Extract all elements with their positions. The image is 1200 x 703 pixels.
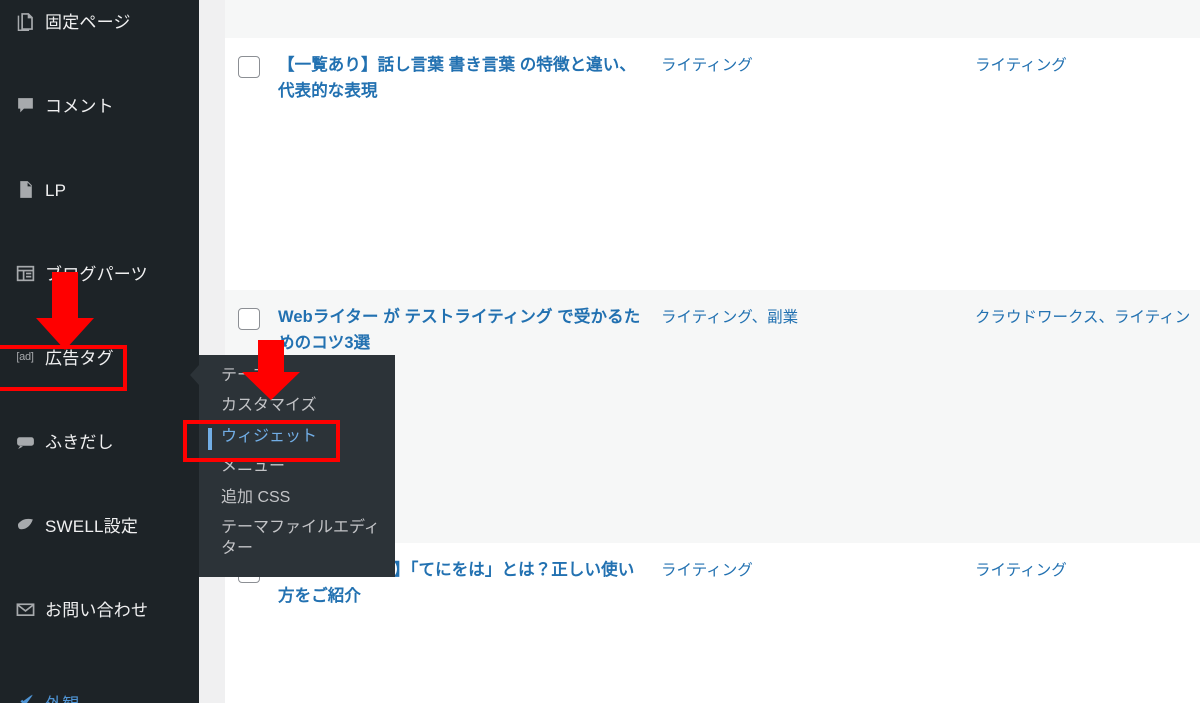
table-row [225, 0, 1200, 38]
sidebar-item-appearance[interactable]: 外観 [0, 682, 199, 703]
post-title-link[interactable]: Webライター が テストライティング で受かるためのコツ3選 [278, 305, 641, 356]
pages-icon [10, 10, 40, 32]
sidebar-item-pages[interactable]: 固定ページ [0, 0, 199, 42]
submenu-item-label: カスタマイズ [221, 397, 317, 415]
submenu-item-label: メニュー [221, 458, 286, 476]
content-left-gutter [199, 0, 225, 703]
page-icon [10, 178, 40, 200]
submenu-item-label: 追加 CSS [221, 488, 291, 506]
post-categories[interactable]: ライティング [661, 559, 961, 582]
posts-table: 【一覧あり】話し言葉 書き言葉 の特徴と違い、代表的な表現 ライティング ライテ… [225, 0, 1200, 703]
sidebar-item-speech-balloon[interactable]: ふきだし [0, 420, 199, 462]
sidebar-item-lp[interactable]: LP [0, 168, 199, 210]
appearance-submenu-flyout: テーマ カスタマイズ ウィジェット メニュー 追加 CSS テーマファイルエディ… [190, 355, 395, 577]
wordpress-admin-screen: 固定ページ コメント LP ブログパーツ [ad] 広告タグ ふきだし SWEL… [0, 0, 1200, 703]
ad-tag-icon: [ad] [16, 351, 34, 363]
post-categories[interactable]: ライティング [661, 54, 961, 77]
submenu-item-additional-css[interactable]: 追加 CSS [199, 483, 395, 513]
row-checkbox[interactable] [238, 308, 260, 330]
sidebar-item-label: 外観 [45, 696, 79, 703]
submenu-item-themes[interactable]: テーマ [199, 361, 395, 391]
table-row[interactable]: 【一覧あり】話し言葉 書き言葉 の特徴と違い、代表的な表現 ライティング ライテ… [225, 38, 1200, 290]
sidebar-item-label: 固定ページ [45, 12, 131, 32]
appearance-brush-icon [10, 692, 40, 703]
submenu-item-label: テーマ [221, 367, 270, 384]
submenu-item-label: テーマファイルエディター [221, 519, 380, 557]
sidebar-item-ad-tags[interactable]: [ad] 広告タグ [0, 336, 199, 378]
sidebar-item-label: ブログパーツ [45, 264, 148, 284]
post-tags[interactable]: ライティング [975, 559, 1200, 582]
admin-sidebar: 固定ページ コメント LP ブログパーツ [ad] 広告タグ ふきだし SWEL… [0, 0, 199, 703]
submenu-item-widgets[interactable]: ウィジェット [199, 422, 395, 452]
blog-parts-icon [10, 262, 40, 284]
speech-balloon-icon [10, 430, 40, 452]
post-tags[interactable]: クラウドワークス、ライティン [975, 306, 1200, 329]
post-title-link[interactable]: 【一覧あり】話し言葉 書き言葉 の特徴と違い、代表的な表現 [278, 53, 641, 104]
post-categories[interactable]: ライティング、副業 [661, 306, 961, 329]
swell-icon [10, 514, 40, 536]
sidebar-item-label: コメント [45, 96, 114, 116]
sidebar-item-label: LP [45, 180, 67, 200]
comment-icon [10, 94, 40, 116]
sidebar-item-swell-settings[interactable]: SWELL設定 [0, 504, 199, 546]
submenu-item-menus[interactable]: メニュー [199, 452, 395, 482]
sidebar-item-label: お問い合わせ [45, 600, 149, 620]
posts-list-content: 【一覧あり】話し言葉 書き言葉 の特徴と違い、代表的な表現 ライティング ライテ… [199, 0, 1200, 703]
sidebar-item-contact-form[interactable]: お問い合わせ [0, 588, 199, 630]
submenu-pointer-icon [190, 365, 199, 385]
sidebar-item-label: ふきだし [45, 432, 114, 452]
submenu-item-theme-file-editor[interactable]: テーマファイルエディター [199, 513, 395, 564]
sidebar-item-label: 広告タグ [45, 348, 114, 368]
mail-icon [10, 598, 40, 620]
submenu-item-customize[interactable]: カスタマイズ [199, 391, 395, 421]
current-item-indicator [208, 427, 212, 450]
sidebar-item-blog-parts[interactable]: ブログパーツ [0, 252, 199, 294]
submenu-item-label: ウィジェット [221, 427, 318, 445]
row-checkbox[interactable] [238, 56, 260, 78]
sidebar-item-label: SWELL設定 [45, 516, 139, 536]
post-tags[interactable]: ライティング [975, 54, 1200, 77]
sidebar-item-comments[interactable]: コメント [0, 84, 199, 126]
